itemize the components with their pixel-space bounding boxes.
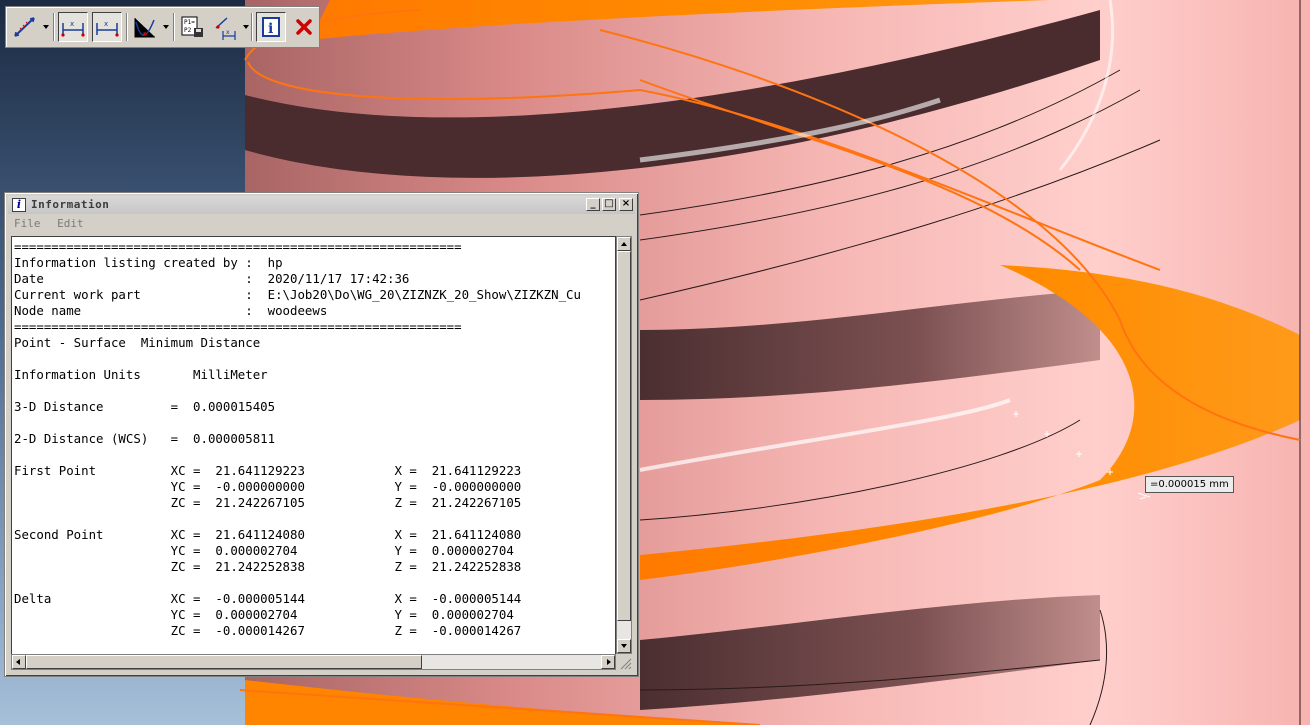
menu-bar: File Edit [8,217,88,233]
listing-line: 2-D Distance (WCS) = 0.000005811 [14,431,276,446]
listing-line: 3-D Distance = 0.000015405 [14,399,276,414]
close-red-x-icon[interactable] [289,12,319,42]
point-to-point-icon[interactable]: P1= P2 [177,12,207,42]
svg-text:i: i [268,21,273,37]
svg-text:P2: P2 [184,27,192,34]
listing-line: Second Point XC = 21.641124080 X = 21.64… [14,527,522,542]
dimension-horizontal-alt-icon[interactable]: x [92,12,122,42]
listing-line: Current work part : E:\Job20\Do\WG_20\ZI… [14,287,581,302]
listing-line: YC = -0.000000000 Y = -0.000000000 [14,479,522,494]
svg-text:x: x [70,20,74,28]
listing-line: YC = 0.000002704 Y = 0.000002704 [14,543,514,558]
svg-text:P1=: P1= [184,19,195,26]
listing-line: Node name : woodeews [14,303,328,318]
horizontal-scroll-thumb[interactable] [26,655,422,669]
scroll-down-button[interactable] [617,639,631,653]
scroll-left-button[interactable] [12,655,26,669]
listing-line [14,511,581,527]
angle-measure-icon[interactable]: x [211,12,241,42]
listing-line: ZC = -0.000014267 Z = -0.000014267 [14,623,522,638]
listing-line [14,351,581,367]
listing-line [14,383,581,399]
listing-line: Information Units MilliMeter [14,367,268,382]
chevron-down-icon[interactable] [163,25,169,29]
svg-text:x: x [104,20,108,28]
window-title: Information [31,198,110,211]
info-icon[interactable]: i [256,12,286,42]
vertical-scroll-thumb[interactable] [617,251,631,621]
measure-toolbar: x x P1= P2 x i [5,6,320,48]
information-window: i Information _ □ × File Edit ==========… [4,192,639,677]
listing-line: ========================================… [14,239,462,254]
close-button[interactable]: × [619,198,633,211]
listing-line: First Point XC = 21.641129223 X = 21.641… [14,463,522,478]
curve-analysis-icon[interactable] [130,12,160,42]
minimize-button[interactable]: _ [586,198,600,211]
vertical-scrollbar[interactable] [616,236,632,654]
horizontal-scrollbar[interactable] [11,654,616,670]
menu-file[interactable]: File [14,217,41,230]
listing-line: ========================================… [14,319,462,334]
listing-line: Delta XC = -0.000005144 X = -0.000005144 [14,591,522,606]
listing-line: YC = 0.000002704 Y = 0.000002704 [14,607,514,622]
listing-line [14,575,581,591]
maximize-button[interactable]: □ [602,198,616,211]
scroll-right-button[interactable] [601,655,615,669]
measure-distance-icon[interactable] [10,12,40,42]
listing-line: Information listing created by : hp [14,255,283,270]
dimension-horizontal-icon[interactable]: x [58,12,88,42]
distance-measurement-label: =0.000015 mm [1145,476,1234,493]
listing-line: Date : 2020/11/17 17:42:36 [14,271,410,286]
listing-line: Point - Surface Minimum Distance [14,335,261,350]
svg-text:x: x [226,29,230,36]
title-bar[interactable]: i Information _ □ × [8,196,635,214]
information-text-area[interactable]: ========================================… [11,236,616,656]
listing-line [14,447,581,463]
menu-edit[interactable]: Edit [57,217,84,230]
listing-line: ZC = 21.242267105 Z = 21.242267105 [14,495,522,510]
info-icon: i [12,198,26,212]
information-listing: ========================================… [14,239,581,639]
chevron-down-icon[interactable] [43,25,49,29]
scroll-up-button[interactable] [617,237,631,251]
listing-line: ZC = 21.242252838 Z = 21.242252838 [14,559,522,574]
resize-grip[interactable] [620,658,632,670]
listing-line [14,415,581,431]
chevron-down-icon[interactable] [243,25,249,29]
